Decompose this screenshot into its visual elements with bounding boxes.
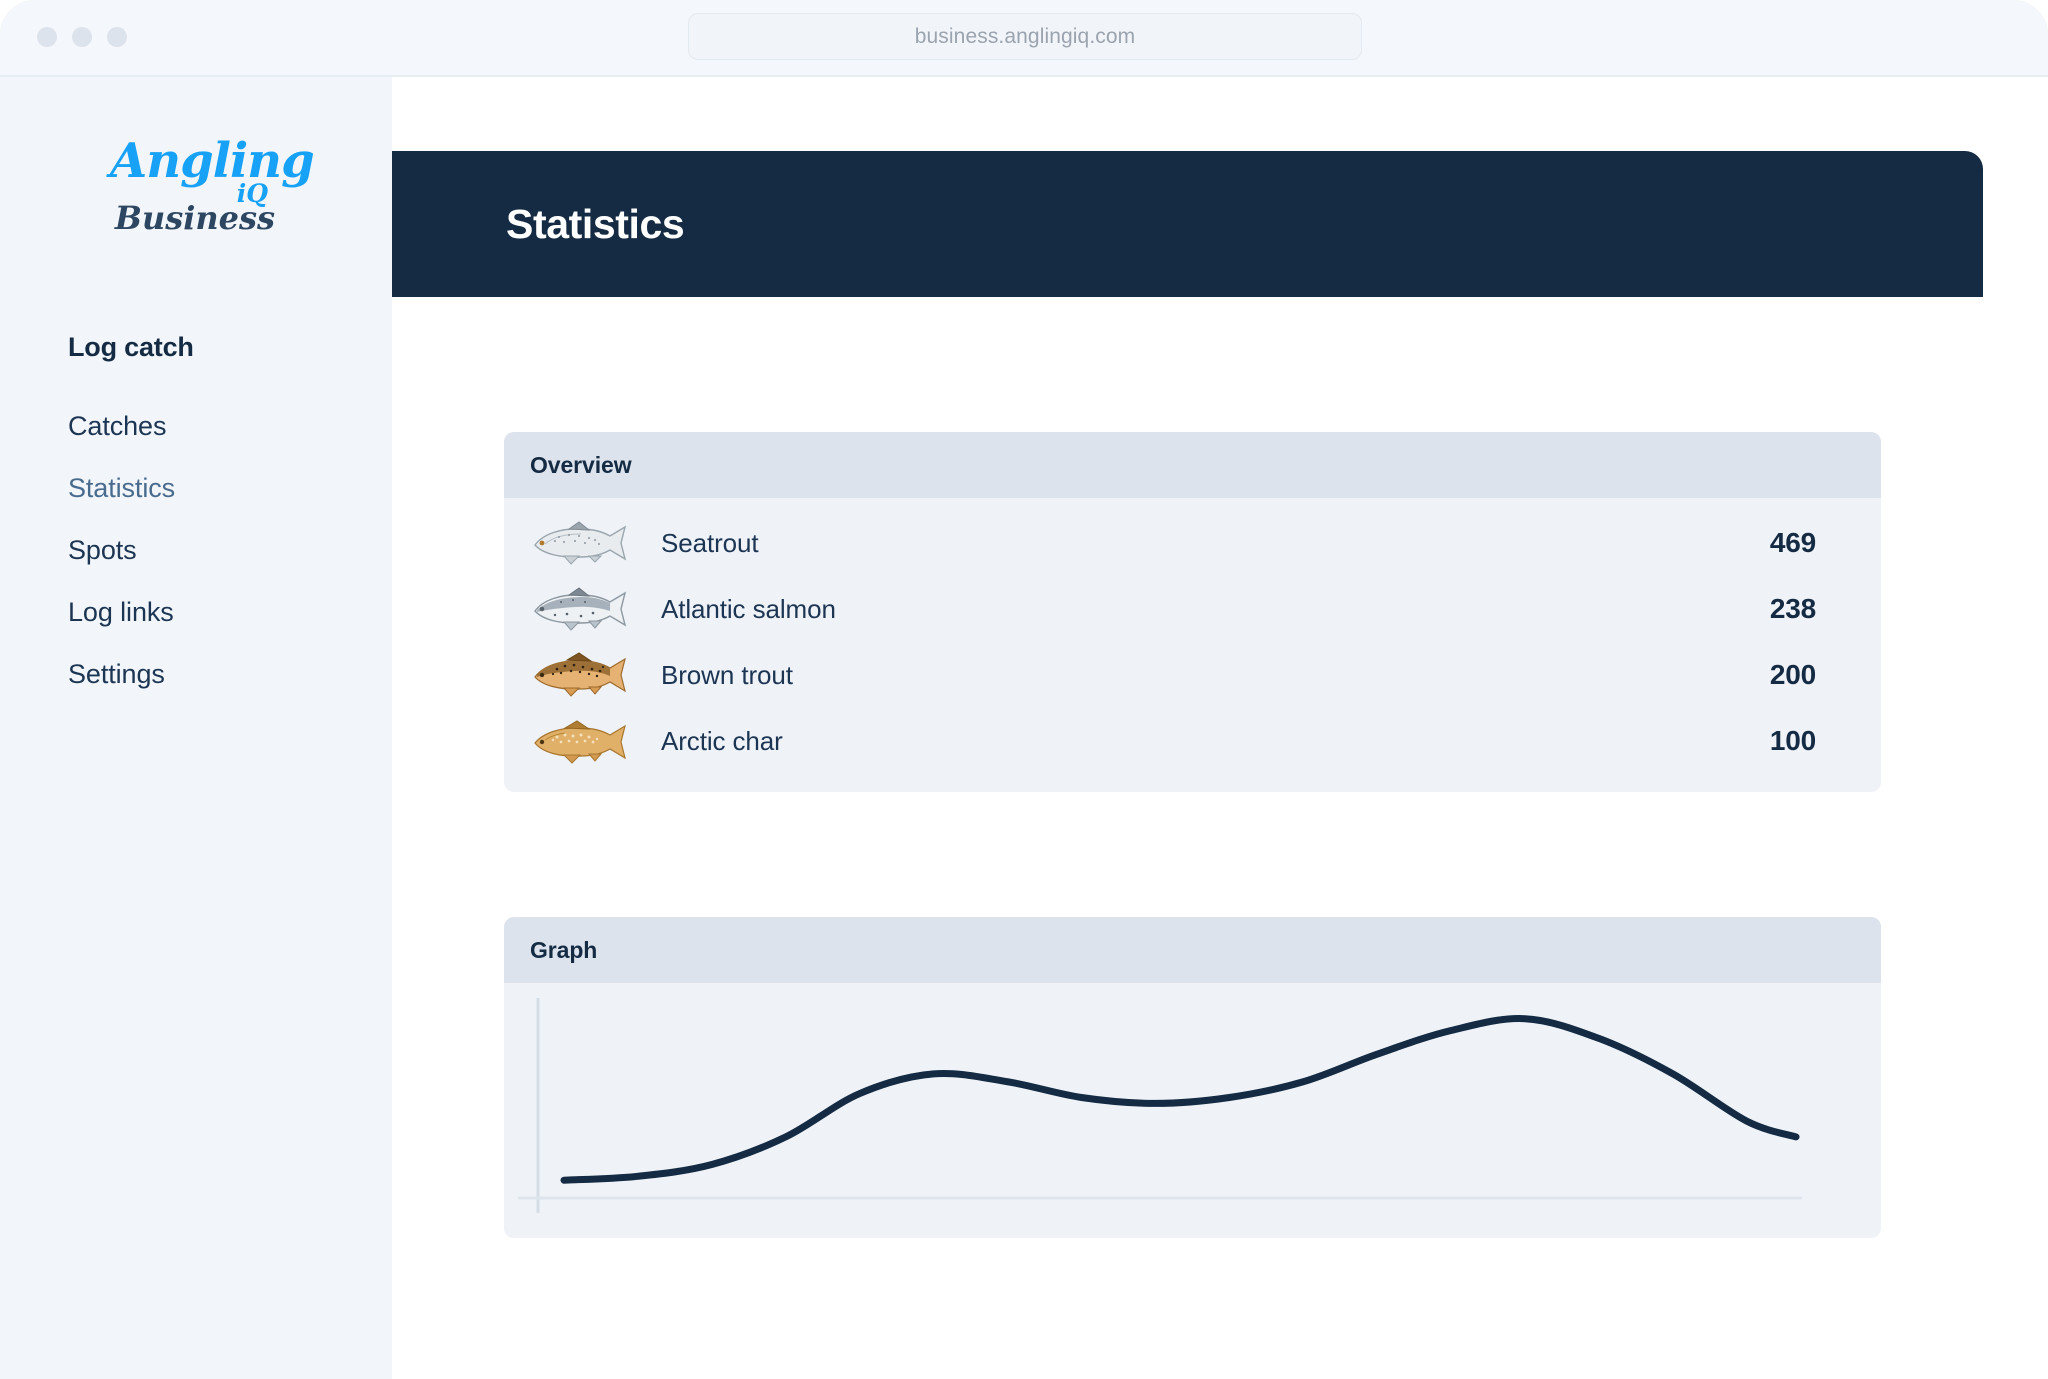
address-bar[interactable]: business.anglingiq.com [688, 13, 1362, 60]
overview-row-name: Arctic char [661, 726, 1770, 757]
overview-row-count: 200 [1770, 659, 1816, 691]
traffic-light-buttons [37, 27, 127, 47]
overview-row-name: Atlantic salmon [661, 594, 1770, 625]
sidebar-nav: Log catch Catches Statistics Spots Log l… [68, 332, 368, 721]
overview-row-name: Brown trout [661, 660, 1770, 691]
seatrout-fish-icon [531, 520, 631, 566]
arctic-char-fish-icon [531, 718, 631, 764]
atlantic-salmon-fish-icon [531, 586, 631, 632]
page-title: Statistics [506, 201, 684, 248]
overview-panel-header: Overview [504, 432, 1881, 498]
sidebar-heading-log-catch[interactable]: Log catch [68, 332, 368, 363]
overview-panel: Overview [504, 432, 1881, 792]
logo-subtitle: Business [110, 202, 280, 234]
minimize-dot-icon[interactable] [72, 27, 92, 47]
overview-row-count: 238 [1770, 593, 1816, 625]
overview-row-name: Seatrout [661, 528, 1770, 559]
overview-row-count: 100 [1770, 725, 1816, 757]
address-bar-url: business.anglingiq.com [915, 25, 1136, 49]
sidebar-item-settings[interactable]: Settings [68, 659, 368, 690]
sidebar-item-statistics[interactable]: Statistics [68, 473, 368, 504]
chart-line-series [564, 1019, 1796, 1181]
table-row[interactable]: Seatrout 469 [504, 510, 1881, 576]
overview-panel-body: Seatrout 469 [504, 498, 1881, 792]
graph-panel: Graph [504, 917, 1881, 1238]
sidebar: Angling iQ Business Log catch Catches St… [0, 77, 392, 1379]
table-row[interactable]: Arctic char 100 [504, 708, 1881, 774]
sidebar-item-log-links[interactable]: Log links [68, 597, 368, 628]
graph-panel-body [504, 983, 1881, 1238]
table-row[interactable]: Atlantic salmon 238 [504, 576, 1881, 642]
browser-window: business.anglingiq.com Angling iQ Busine… [0, 0, 2048, 1379]
logo-wordmark: Angling [110, 137, 280, 185]
browser-titlebar: business.anglingiq.com [0, 0, 2048, 76]
maximize-dot-icon[interactable] [107, 27, 127, 47]
overview-row-count: 469 [1770, 527, 1816, 559]
overview-panel-title: Overview [530, 452, 632, 479]
close-dot-icon[interactable] [37, 27, 57, 47]
table-row[interactable]: Brown trout 200 [504, 642, 1881, 708]
page-header: Statistics [392, 151, 1983, 297]
graph-panel-header: Graph [504, 917, 1881, 983]
main-content: Statistics Overview [392, 77, 2048, 1379]
brown-trout-fish-icon [531, 652, 631, 698]
statistics-line-chart [504, 983, 1881, 1238]
page-body: Angling iQ Business Log catch Catches St… [0, 77, 2048, 1379]
app-logo[interactable]: Angling iQ Business [110, 137, 280, 247]
graph-panel-title: Graph [530, 937, 597, 964]
sidebar-item-catches[interactable]: Catches [68, 411, 368, 442]
sidebar-item-spots[interactable]: Spots [68, 535, 368, 566]
